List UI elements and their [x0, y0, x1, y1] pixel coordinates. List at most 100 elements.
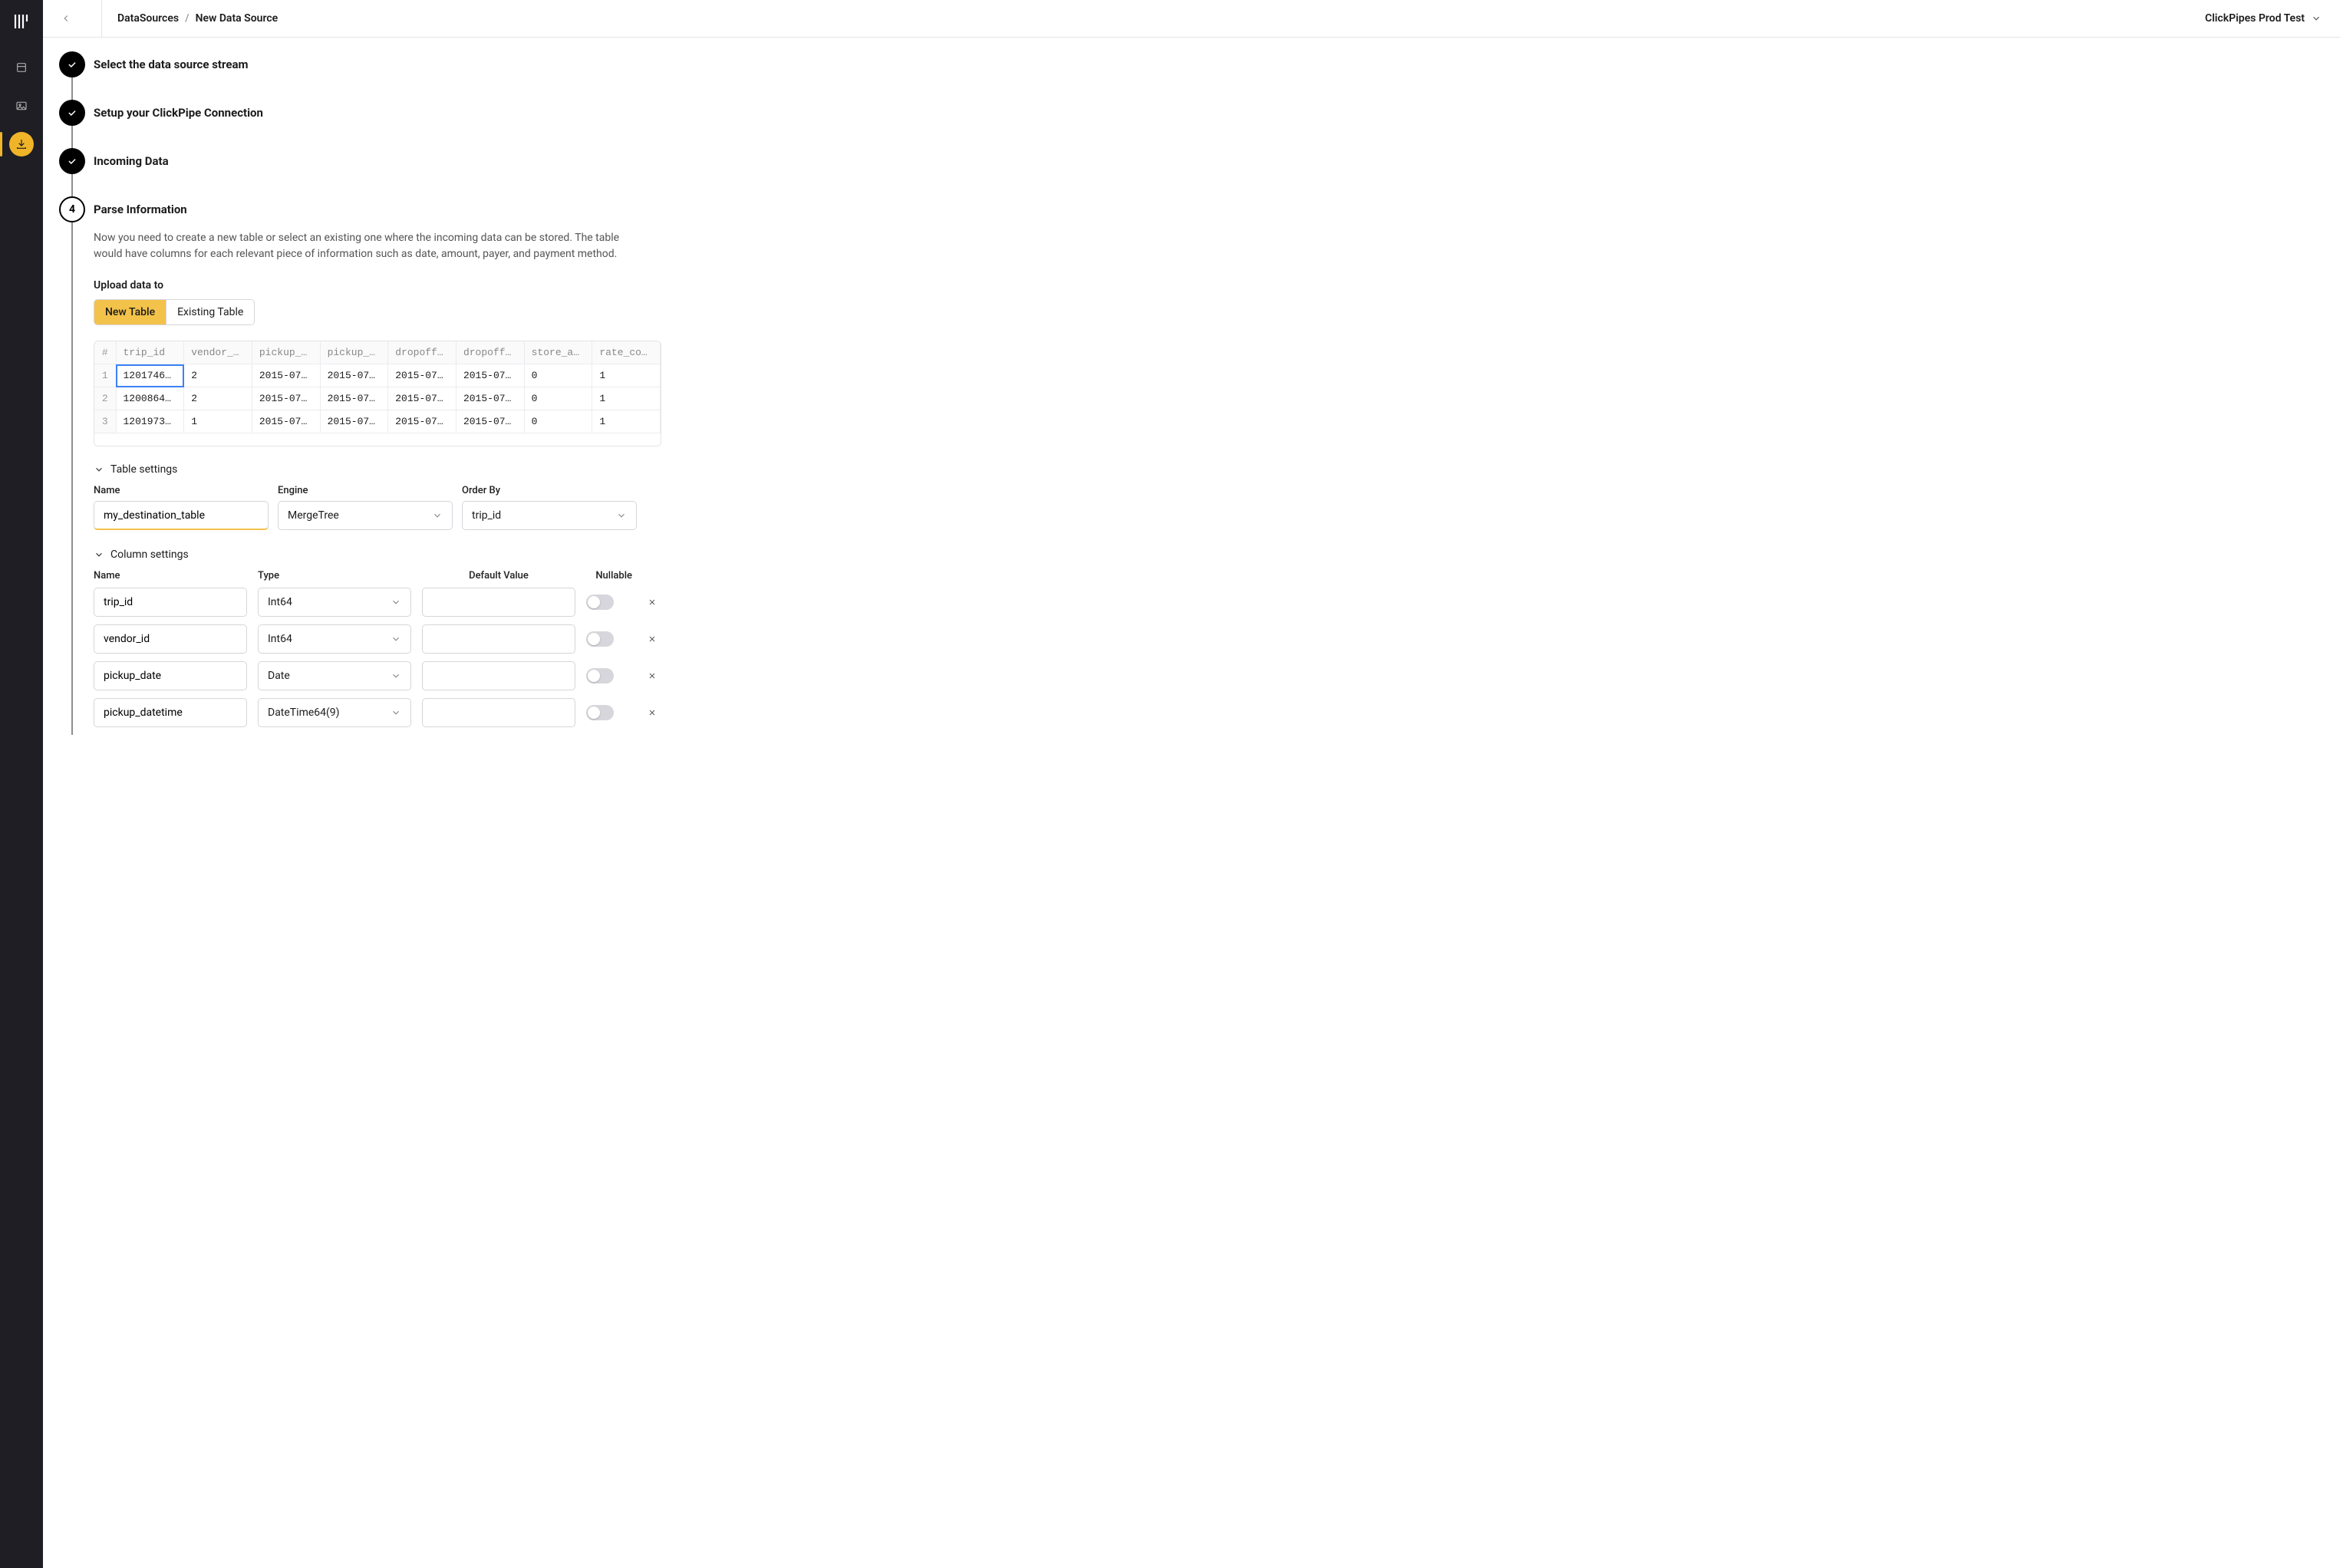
remove-column-button[interactable] — [643, 630, 661, 648]
table-name-input[interactable] — [94, 501, 269, 530]
remove-column-button[interactable] — [643, 703, 661, 722]
tab-new-table[interactable]: New Table — [94, 300, 166, 324]
grid-cell[interactable]: 2015-07-01… — [456, 410, 524, 433]
grid-cell[interactable]: 1201746944 — [116, 364, 184, 387]
chevron-down-icon — [94, 464, 104, 475]
grid-cell[interactable]: 2015-07-01… — [320, 387, 388, 410]
grid-header[interactable]: # — [94, 341, 116, 364]
engine-select[interactable]: MergeTree — [278, 501, 453, 530]
step-1-title: Select the data source stream — [94, 51, 661, 77]
column-default-input[interactable] — [422, 624, 575, 654]
grid-cell[interactable]: 1201973571 — [116, 410, 184, 433]
data-preview-grid[interactable]: #trip_idvendor_idpickup_datepickup_dat…d… — [94, 341, 661, 446]
column-row: Date — [94, 661, 661, 690]
grid-cell[interactable]: 1 — [592, 410, 661, 433]
check-icon — [67, 59, 77, 70]
grid-header[interactable]: trip_id — [116, 341, 184, 364]
sidebar-item-database[interactable] — [9, 55, 34, 80]
step-3-done — [59, 148, 85, 174]
remove-column-button[interactable] — [643, 593, 661, 611]
grid-cell[interactable]: 0 — [524, 410, 592, 433]
upload-data-label: Upload data to — [94, 279, 661, 292]
grid-cell[interactable]: 2015-07-01… — [456, 387, 524, 410]
nullable-toggle[interactable] — [586, 595, 614, 610]
column-default-input[interactable] — [422, 698, 575, 727]
image-icon — [15, 100, 28, 112]
grid-header[interactable]: store_and_… — [524, 341, 592, 364]
engine-field-label: Engine — [278, 485, 453, 496]
grid-cell[interactable]: 2 — [184, 364, 252, 387]
grid-header[interactable]: pickup_dat… — [320, 341, 388, 364]
chevron-down-icon — [432, 510, 443, 521]
grid-cell[interactable]: 1 — [184, 410, 252, 433]
step-4-description: Now you need to create a new table or se… — [94, 230, 631, 262]
column-row: DateTime64(9) — [94, 698, 661, 727]
grid-cell[interactable]: 2015-07-01 — [252, 410, 320, 433]
column-type-value: Int64 — [268, 596, 292, 608]
app-logo — [11, 11, 32, 32]
grid-header[interactable]: dropoff_da… — [456, 341, 524, 364]
grid-cell[interactable]: 2015-07-01… — [456, 364, 524, 387]
orderby-select[interactable]: trip_id — [462, 501, 637, 530]
nullable-toggle[interactable] — [586, 705, 614, 720]
grid-cell[interactable]: 1 — [94, 364, 116, 387]
column-name-input[interactable] — [94, 698, 247, 727]
table-settings-title: Table settings — [110, 463, 177, 476]
instance-selector[interactable]: ClickPipes Prod Test — [2205, 12, 2326, 25]
tab-existing-table[interactable]: Existing Table — [166, 300, 254, 324]
grid-cell[interactable]: 1 — [592, 387, 661, 410]
column-name-input[interactable] — [94, 624, 247, 654]
step-4-title: Parse Information — [94, 196, 661, 222]
column-type-select[interactable]: Date — [258, 661, 411, 690]
sidebar-item-images[interactable] — [9, 94, 34, 118]
grid-cell[interactable]: 2 — [184, 387, 252, 410]
grid-cell[interactable]: 1200864931 — [116, 387, 184, 410]
step-2-title: Setup your ClickPipe Connection — [94, 100, 661, 126]
table-settings-toggle[interactable]: Table settings — [94, 463, 661, 476]
topbar: DataSources / New Data Source ClickPipes… — [43, 0, 2340, 38]
orderby-field-label: Order By — [462, 485, 637, 496]
breadcrumb-root[interactable]: DataSources — [117, 12, 179, 25]
col-header-type: Type — [258, 570, 411, 581]
column-type-select[interactable]: Int64 — [258, 588, 411, 617]
column-row: Int64 — [94, 588, 661, 617]
remove-column-button[interactable] — [643, 667, 661, 685]
grid-header[interactable]: rate_cod… — [592, 341, 661, 364]
grid-cell[interactable]: 2015-07-01 — [252, 387, 320, 410]
column-default-input[interactable] — [422, 661, 575, 690]
col-header-name: Name — [94, 570, 247, 581]
column-name-input[interactable] — [94, 588, 247, 617]
close-icon — [648, 598, 657, 607]
col-header-nullable: Nullable — [586, 570, 632, 581]
step-4-current: 4 — [59, 196, 85, 222]
grid-cell[interactable]: 2015-07-01 — [252, 364, 320, 387]
column-type-select[interactable]: Int64 — [258, 624, 411, 654]
grid-cell[interactable]: 0 — [524, 387, 592, 410]
column-name-input[interactable] — [94, 661, 247, 690]
nullable-toggle[interactable] — [586, 631, 614, 647]
column-default-input[interactable] — [422, 588, 575, 617]
grid-cell[interactable]: 2015-07-01 — [388, 364, 456, 387]
sidebar-nav — [9, 55, 34, 156]
grid-header[interactable]: pickup_date — [252, 341, 320, 364]
grid-cell[interactable]: 2015-07-01… — [320, 410, 388, 433]
grid-header[interactable]: dropoff_da… — [388, 341, 456, 364]
grid-cell[interactable]: 0 — [524, 364, 592, 387]
column-row: Int64 — [94, 624, 661, 654]
engine-value: MergeTree — [288, 509, 339, 522]
grid-cell[interactable]: 2015-07-01 — [388, 387, 456, 410]
grid-cell[interactable]: 1 — [592, 364, 661, 387]
nullable-toggle[interactable] — [586, 668, 614, 684]
import-icon — [15, 138, 28, 150]
sidebar-item-import[interactable] — [9, 132, 34, 156]
grid-cell[interactable]: 2015-07-01… — [320, 364, 388, 387]
chevron-down-icon — [2311, 13, 2322, 24]
grid-cell[interactable]: 2 — [94, 387, 116, 410]
column-type-select[interactable]: DateTime64(9) — [258, 698, 411, 727]
grid-header[interactable]: vendor_id — [184, 341, 252, 364]
back-button[interactable] — [57, 9, 75, 28]
check-icon — [67, 156, 77, 166]
grid-cell[interactable]: 2015-07-01 — [388, 410, 456, 433]
grid-cell[interactable]: 3 — [94, 410, 116, 433]
column-settings-toggle[interactable]: Column settings — [94, 548, 661, 561]
